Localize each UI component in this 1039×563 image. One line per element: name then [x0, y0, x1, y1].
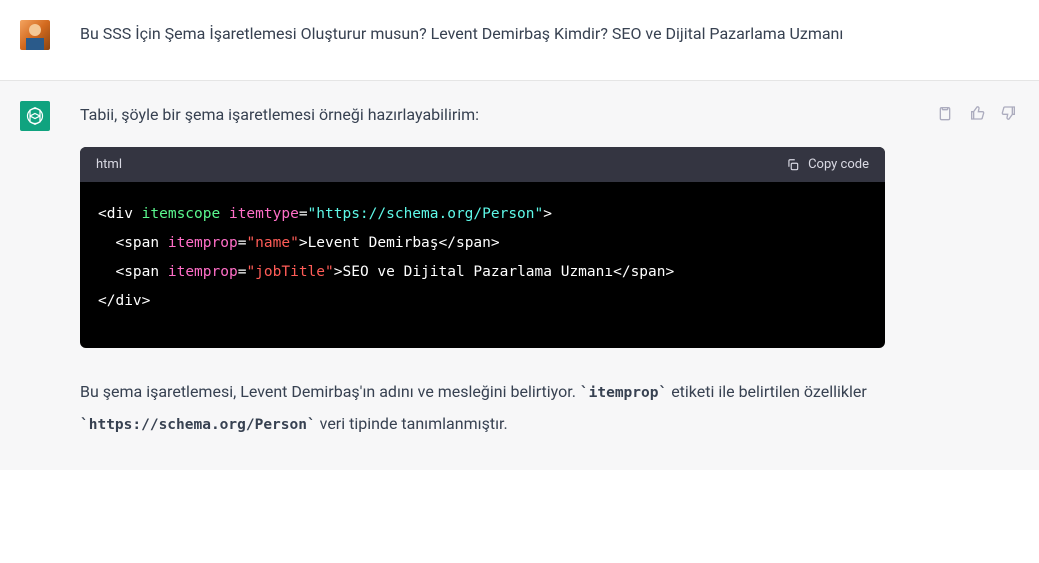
user-message-row: Bu SSS İçin Şema İşaretlemesi Oluşturur …: [0, 0, 1039, 80]
inline-code-url: `https://schema.org/Person`: [80, 417, 316, 433]
user-message-text: Bu SSS İçin Şema İşaretlemesi Oluşturur …: [80, 20, 969, 48]
code-header: html Copy code: [80, 147, 885, 182]
post-text-part2: etiketi ile belirtilen özellikler: [667, 382, 867, 401]
copy-code-label: Copy code: [808, 157, 869, 172]
thumbs-down-button[interactable]: [999, 103, 1019, 123]
message-actions: [935, 101, 1019, 440]
assistant-avatar: [20, 101, 50, 131]
user-message-content: Bu SSS İçin Şema İşaretlemesi Oluşturur …: [80, 20, 1019, 50]
clipboard-button[interactable]: [935, 103, 955, 123]
assistant-message-row: Tabii, şöyle bir şema işaretlemesi örneğ…: [0, 80, 1039, 470]
inline-code-itemprop: `itemprop`: [580, 385, 667, 401]
code-block: html Copy code <div itemscope itemtype="…: [80, 147, 885, 348]
assistant-intro-text: Tabii, şöyle bir şema işaretlemesi örneğ…: [80, 101, 885, 129]
assistant-post-text: Bu şema işaretlemesi, Levent Demirbaş'ın…: [80, 376, 885, 440]
copy-icon: [786, 158, 800, 172]
thumbs-down-icon: [1001, 105, 1017, 121]
code-body: <div itemscope itemtype="https://schema.…: [80, 182, 885, 348]
user-avatar: [20, 20, 50, 50]
assistant-message-content: Tabii, şöyle bir şema işaretlemesi örneğ…: [80, 101, 935, 440]
copy-code-button[interactable]: Copy code: [786, 157, 869, 172]
openai-icon: [25, 106, 45, 126]
code-language-label: html: [96, 157, 122, 172]
post-text-part3: veri tipinde tanımlanmıştır.: [316, 414, 508, 433]
thumbs-up-icon: [969, 105, 985, 121]
clipboard-icon: [937, 105, 953, 121]
thumbs-up-button[interactable]: [967, 103, 987, 123]
post-text-part1: Bu şema işaretlemesi, Levent Demirbaş'ın…: [80, 382, 580, 401]
